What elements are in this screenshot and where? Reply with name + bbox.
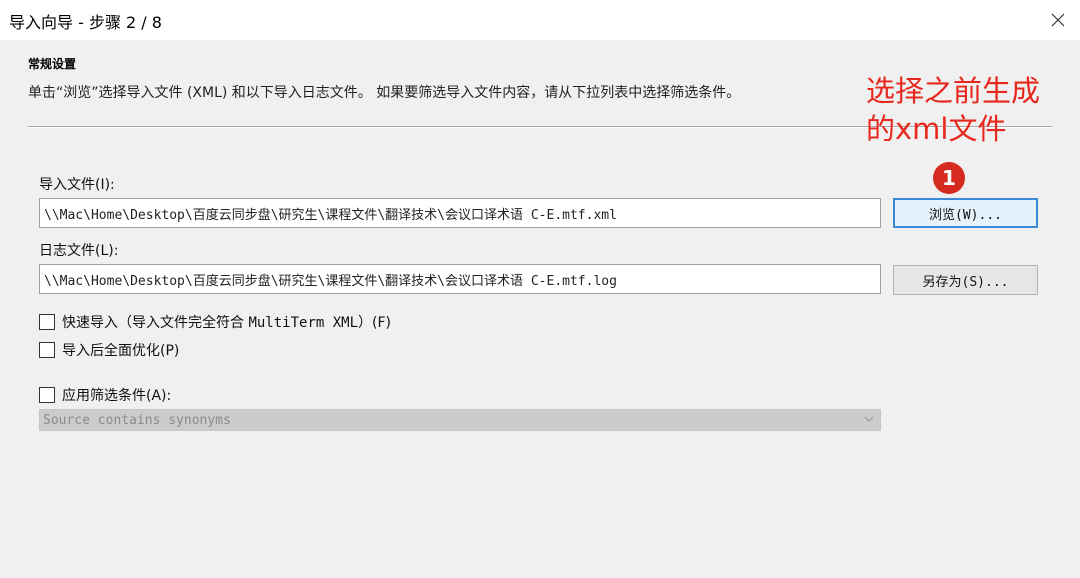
- apply-filter-label: 应用筛选条件(A):: [62, 388, 172, 404]
- browse-button[interactable]: 浏览(W)...: [893, 198, 1038, 228]
- apply-filter-checkbox[interactable]: [39, 387, 55, 403]
- optimize-label: 导入后全面优化(P): [62, 343, 180, 359]
- step-number-badge: 1: [933, 162, 965, 194]
- optimize-option[interactable]: 导入后全面优化(P): [39, 340, 179, 360]
- close-button[interactable]: [1040, 4, 1076, 36]
- chevron-down-icon: [864, 416, 874, 422]
- log-file-label: 日志文件(L):: [39, 243, 119, 259]
- section-description: 单击“浏览”选择导入文件 (XML) 和以下导入日志文件。 如果要筛选导入文件内…: [28, 85, 741, 101]
- window-title: 导入向导 - 步骤 2 / 8: [9, 13, 162, 32]
- fast-import-checkbox[interactable]: [39, 314, 55, 330]
- save-as-button[interactable]: 另存为(S)...: [893, 265, 1038, 295]
- section-heading: 常规设置: [28, 57, 77, 71]
- fast-import-option[interactable]: 快速导入（导入文件完全符合 MultiTerm XML）(F): [39, 312, 391, 332]
- optimize-checkbox[interactable]: [39, 342, 55, 358]
- import-file-label: 导入文件(I):: [39, 177, 115, 193]
- title-bar: 导入向导 - 步骤 2 / 8: [0, 0, 1080, 40]
- import-file-input[interactable]: [39, 198, 881, 228]
- filter-dropdown[interactable]: Source contains synonyms: [39, 409, 881, 431]
- annotation-line-1: 选择之前生成: [866, 74, 1041, 108]
- annotation-line-2: 的xml文件: [866, 112, 1007, 146]
- filter-dropdown-value: Source contains synonyms: [43, 412, 231, 428]
- close-icon: [1051, 13, 1065, 27]
- log-file-input[interactable]: [39, 264, 881, 294]
- fast-import-label: 快速导入（导入文件完全符合 MultiTerm XML）(F): [62, 315, 392, 331]
- apply-filter-option[interactable]: 应用筛选条件(A):: [39, 385, 171, 405]
- annotation-note: 选择之前生成 的xml文件: [866, 72, 1076, 148]
